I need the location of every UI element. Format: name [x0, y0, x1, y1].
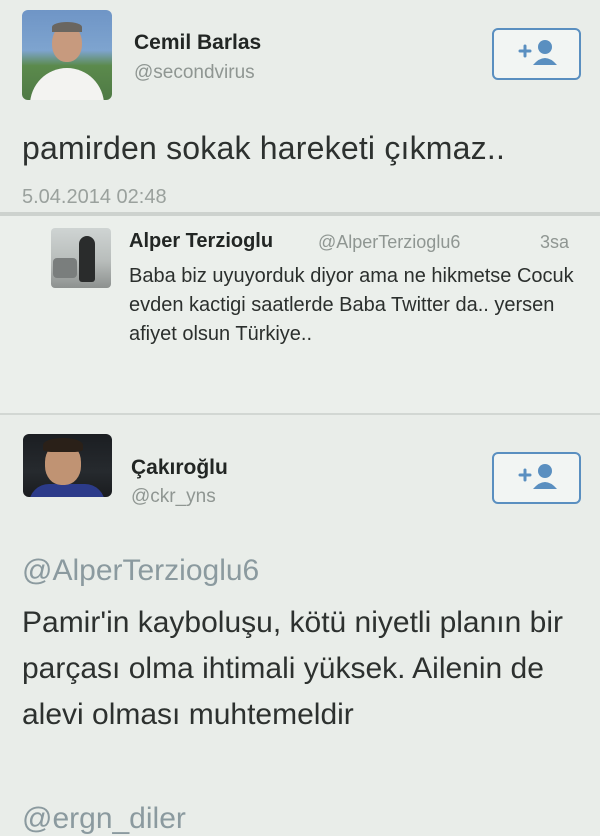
add-user-icon — [514, 461, 560, 496]
tweet-author-name[interactable]: Cemil Barlas — [134, 31, 261, 55]
add-user-icon — [514, 37, 560, 72]
tweet-author-handle[interactable]: @secondvirus — [134, 62, 255, 84]
tweet-text: pamirden sokak hareketi çıkmaz.. — [22, 130, 506, 166]
quoted-author-name[interactable]: Alper Terzioglu — [129, 230, 273, 253]
tweet-text: Pamir'in kayboluşu, kötü niyetli planın … — [22, 606, 563, 731]
follow-button[interactable] — [492, 452, 581, 504]
avatar-alper-terzioglu[interactable] — [51, 228, 111, 288]
mention-link[interactable]: @AlperTerzioglu6 — [22, 554, 259, 588]
quoted-relative-time: 3sa — [540, 232, 570, 252]
tweet-timestamp: 5.04.2014 02:48 — [22, 186, 167, 208]
quoted-author-handle[interactable]: @AlperTerzioglu6 — [318, 232, 460, 253]
follow-button[interactable] — [492, 28, 581, 80]
tweet-divider — [0, 413, 600, 415]
tweet-author-handle[interactable]: @ckr_yns — [131, 486, 216, 508]
avatar-cakiroglu[interactable] — [23, 434, 112, 497]
avatar-cemil-barlas[interactable] — [22, 10, 112, 100]
tweet-author-name[interactable]: Çakıroğlu — [131, 456, 228, 480]
quoted-tweet-text: Baba biz uyuyorduk diyor ama ne hikmetse… — [129, 265, 574, 345]
mention-link[interactable]: @ergn_diler — [22, 802, 186, 836]
